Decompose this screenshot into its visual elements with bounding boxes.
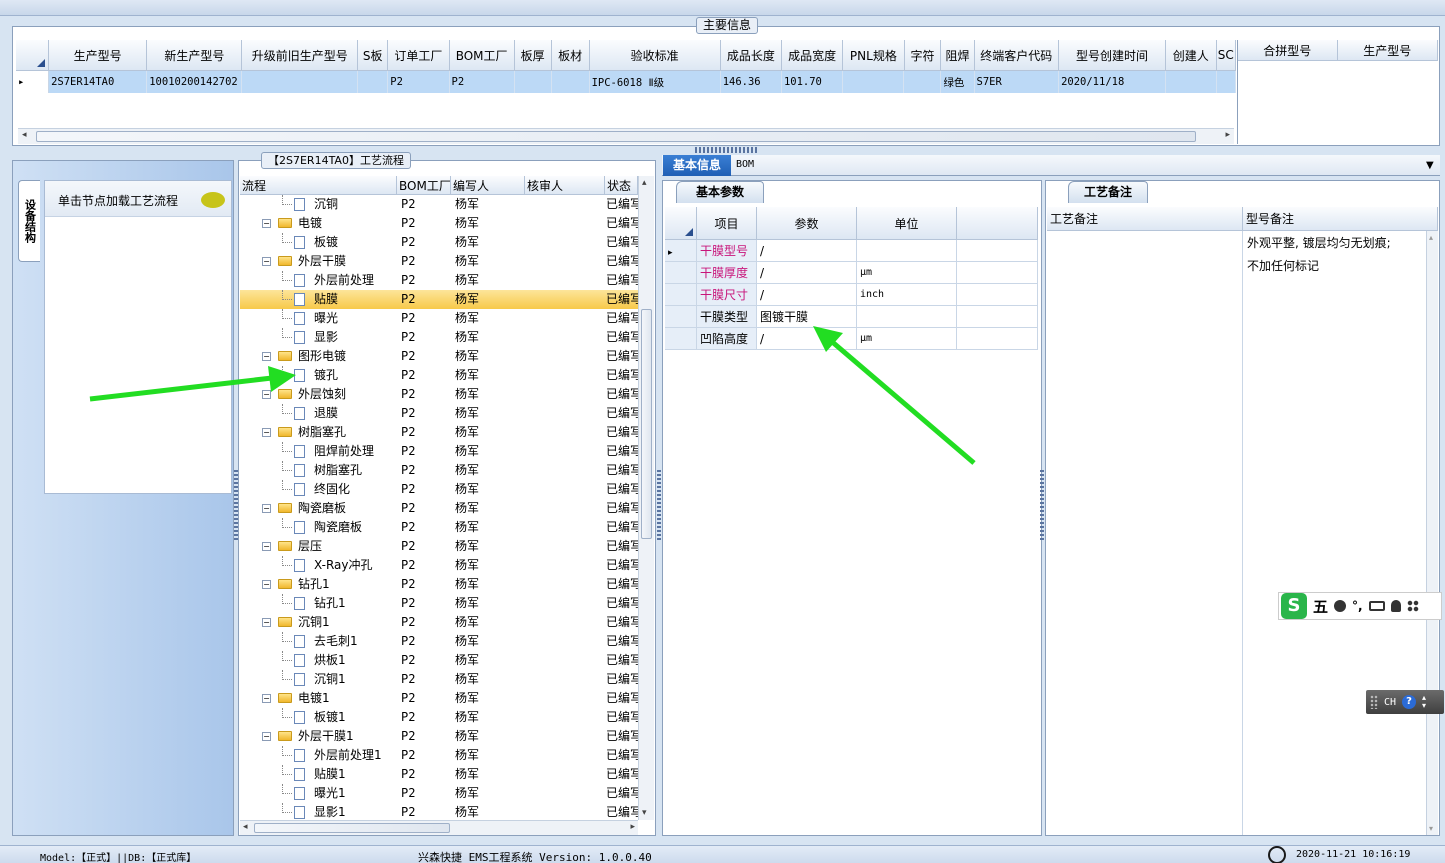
clock-icon bbox=[1268, 846, 1286, 863]
annotation-arrows bbox=[89, 326, 976, 465]
status-model-db: Model:【正式】||DB:【正式库】 bbox=[40, 853, 197, 863]
status-bar: Model:【正式】||DB:【正式库】 兴森快捷 EMS工程系统 Versio… bbox=[0, 845, 1445, 863]
green-arrow-right bbox=[813, 326, 976, 465]
status-datetime: 2020-11-21 10:16:19 bbox=[1296, 849, 1411, 860]
status-app-version: 兴森快捷 EMS工程系统 Version: 1.0.0.40 bbox=[418, 851, 652, 863]
green-arrow-left bbox=[89, 366, 296, 402]
